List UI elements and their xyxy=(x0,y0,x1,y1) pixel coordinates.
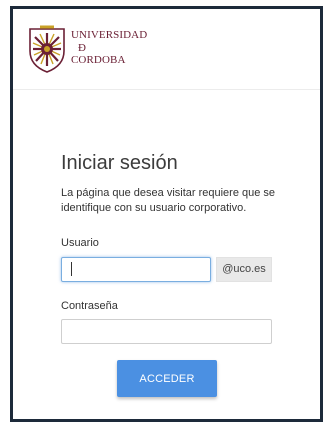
logo-line-1: UNIVERSIDAD xyxy=(71,29,148,41)
text-cursor xyxy=(71,262,72,276)
submit-button[interactable]: ACCEDER xyxy=(117,360,217,397)
login-panel: Iniciar sesión La página que desea visit… xyxy=(13,90,320,419)
username-input[interactable] xyxy=(61,257,211,282)
page-frame: UNIVERSIDAD Ð CORDOBA Iniciar sesión La … xyxy=(10,6,323,422)
password-label: Contraseña xyxy=(61,300,118,312)
logo-line-2: Ð xyxy=(78,41,87,54)
password-input[interactable] xyxy=(61,319,272,344)
username-label: Usuario xyxy=(61,237,99,249)
page-title: Iniciar sesión xyxy=(61,152,178,174)
university-name: UNIVERSIDAD Ð CORDOBA xyxy=(71,29,147,67)
login-description: La página que desea visitar requiere que… xyxy=(61,187,276,214)
logo-line-3: CORDOBA xyxy=(71,54,126,66)
header: UNIVERSIDAD Ð CORDOBA xyxy=(13,9,320,90)
email-domain-suffix: @uco.es xyxy=(216,257,272,282)
university-crest-icon xyxy=(29,25,65,73)
